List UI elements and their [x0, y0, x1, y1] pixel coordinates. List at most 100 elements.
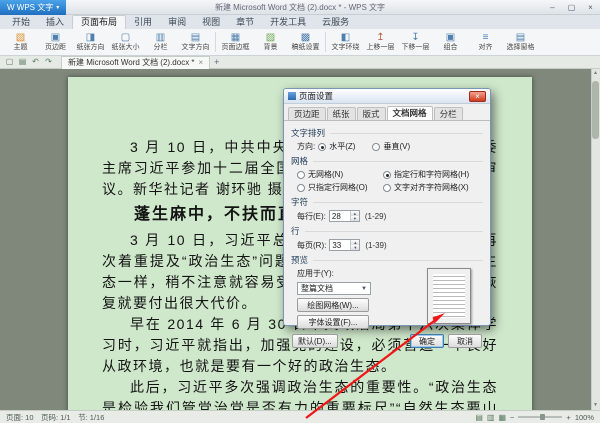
dialog-close-button[interactable]: × [469, 91, 486, 102]
ribbon-bring-forward-button[interactable]: ↥ 上移一层 [363, 29, 398, 55]
margins-icon: ▣ [51, 33, 60, 43]
redo-icon[interactable]: ↷ [42, 56, 55, 68]
zoom-out-button[interactable]: − [510, 413, 514, 422]
ok-button[interactable]: 确定 [410, 334, 444, 348]
scrollbar-thumb[interactable] [592, 81, 599, 139]
zoom-level[interactable]: 100% [575, 413, 594, 422]
apply-to-label: 应用于(Y): [297, 268, 415, 279]
print-preview-icon[interactable]: ▤ [16, 56, 29, 68]
text-wrap-icon: ◧ [341, 33, 350, 43]
default-button[interactable]: 默认(D)... [292, 334, 338, 348]
minimize-button[interactable]: – [543, 0, 562, 15]
status-bar: 页面: 10 页码: 1/1 节: 1/16 ▤ ▥ ▦ − + 100% [0, 410, 600, 423]
document-tab-close-icon[interactable]: × [199, 58, 204, 67]
lines-per-page-spinner[interactable]: 33 ▲ ▼ [329, 239, 360, 251]
tab-view[interactable]: 视图 [194, 16, 228, 29]
radio-lines-only-grid-label[interactable]: 只指定行网格(O) [308, 182, 368, 193]
zoom-slider-knob[interactable] [540, 414, 545, 420]
tab-review[interactable]: 审阅 [160, 16, 194, 29]
close-button[interactable]: × [581, 0, 600, 15]
ribbon: ▧ 主题 ▣ 页边距 ◨ 纸张方向 ▢ 纸张大小 ▥ 分栏 ▤ 文字方向 ▦ 页… [0, 29, 600, 56]
print-layout-view-icon[interactable]: ▤ [475, 413, 483, 422]
ribbon-background-button[interactable]: ▨ 背景 [253, 29, 288, 55]
dialog-footer: 默认(D)... 确定 取消 [291, 334, 483, 348]
document-tab-bar: ▢ ▤ ↶ ↷ 新建 Microsoft Word 文档 (2).docx * … [0, 56, 600, 69]
tab-page-layout[interactable]: 页面布局 [72, 15, 126, 29]
cancel-button[interactable]: 取消 [448, 334, 482, 348]
radio-no-grid-label[interactable]: 无网格(N) [308, 169, 343, 180]
scroll-up-icon[interactable]: ▲ [591, 69, 600, 78]
radio-horizontal-label[interactable]: 水平(Z) [329, 141, 355, 152]
ribbon-text-wrap-button[interactable]: ◧ 文字环绕 [328, 29, 363, 55]
dialog-tab-document-grid[interactable]: 文档网格 [387, 106, 433, 120]
chars-per-line-spinner[interactable]: 28 ▲ ▼ [329, 210, 360, 222]
ribbon-orientation-button[interactable]: ◨ 纸张方向 [73, 29, 108, 55]
lines-per-page-value[interactable]: 33 [330, 240, 350, 250]
radio-vertical[interactable] [372, 143, 380, 151]
radio-no-grid[interactable] [297, 171, 305, 179]
radio-vertical-label[interactable]: 垂直(V) [383, 141, 410, 152]
scroll-down-icon[interactable]: ▼ [591, 401, 600, 410]
tab-home[interactable]: 开始 [4, 16, 38, 29]
ribbon-text-direction-button[interactable]: ▤ 文字方向 [178, 29, 213, 55]
send-backward-icon: ↧ [411, 33, 419, 43]
text-direction-icon: ▤ [191, 33, 200, 43]
document-tab[interactable]: 新建 Microsoft Word 文档 (2).docx * × [61, 56, 210, 69]
radio-lines-only-grid[interactable] [297, 184, 305, 192]
tab-cloud[interactable]: 云服务 [314, 16, 357, 29]
ribbon-margins-button[interactable]: ▣ 页边距 [38, 29, 73, 55]
page-preview-thumbnail [427, 268, 471, 324]
radio-snap-to-char-grid[interactable] [383, 184, 391, 192]
tab-developer[interactable]: 开发工具 [262, 16, 314, 29]
drawing-grid-button[interactable]: 绘图网格(W)... [297, 298, 369, 312]
ribbon-paper-size-button[interactable]: ▢ 纸张大小 [108, 29, 143, 55]
section-grid: 网格 [291, 155, 483, 167]
dialog-tab-columns[interactable]: 分栏 [434, 107, 463, 120]
zoom-slider[interactable] [518, 416, 562, 418]
ribbon-columns-button[interactable]: ▥ 分栏 [143, 29, 178, 55]
tab-insert[interactable]: 插入 [38, 16, 72, 29]
spin-down-icon[interactable]: ▼ [351, 245, 359, 250]
new-document-tab-button[interactable]: + [210, 57, 223, 67]
ribbon-page-border-button[interactable]: ▦ 页面边框 [218, 29, 253, 55]
dialog-tab-margins[interactable]: 页边距 [288, 107, 326, 120]
grid-options: 无网格(N) 指定行和字符网格(H) 只指定行网格(O) 文字对齐字符网格(X) [291, 169, 483, 193]
apply-to-value: 整篇文档 [301, 283, 333, 294]
zoom-in-button[interactable]: + [566, 413, 570, 422]
radio-lines-and-chars-grid[interactable] [383, 171, 391, 179]
wps-app-button-label: W WPS 文字 [7, 2, 53, 13]
tab-references[interactable]: 引用 [126, 16, 160, 29]
paper-size-icon: ▢ [121, 33, 130, 43]
radio-snap-to-char-grid-label[interactable]: 文字对齐字符网格(X) [394, 182, 469, 193]
dialog-tab-layout[interactable]: 版式 [357, 107, 386, 120]
chars-per-line-value[interactable]: 28 [330, 211, 350, 221]
ribbon-selection-pane-button[interactable]: ▤ 选择窗格 [503, 29, 538, 55]
undo-icon[interactable]: ↶ [29, 56, 42, 68]
wps-app-button[interactable]: W WPS 文字 ▾ [0, 0, 66, 15]
dialog-title-bar[interactable]: 页面设置 × [284, 89, 490, 104]
ribbon-send-backward-button[interactable]: ↧ 下移一层 [398, 29, 433, 55]
spin-down-icon[interactable]: ▼ [351, 216, 359, 221]
ribbon-separator [325, 32, 326, 52]
ribbon-theme-button[interactable]: ▧ 主题 [3, 29, 38, 55]
chars-per-line-range: (1-29) [365, 212, 386, 221]
radio-horizontal[interactable] [318, 143, 326, 151]
dialog-tab-paper[interactable]: 纸张 [327, 107, 356, 120]
tab-section[interactable]: 章节 [228, 16, 262, 29]
title-bar: W WPS 文字 ▾ 新建 Microsoft Word 文档 (2).docx… [0, 0, 600, 15]
status-page-info: 页面: 10 页码: 1/1 节: 1/16 [6, 412, 104, 423]
maximize-button[interactable]: ▢ [562, 0, 581, 15]
ribbon-align-button[interactable]: ≡ 对齐 [468, 29, 503, 55]
save-icon[interactable]: ▢ [3, 56, 16, 68]
font-settings-button[interactable]: 字体设置(F)... [297, 315, 369, 329]
ribbon-manuscript-button[interactable]: ▩ 稿纸设置 [288, 29, 323, 55]
ribbon-group-button[interactable]: ▣ 组合 [433, 29, 468, 55]
web-layout-view-icon[interactable]: ▥ [487, 413, 495, 422]
radio-lines-and-chars-grid-label[interactable]: 指定行和字符网格(H) [394, 169, 469, 180]
lines-per-page-label: 每页(R): [297, 240, 326, 251]
apply-to-select[interactable]: 整篇文档 ▼ [297, 282, 371, 295]
chevron-down-icon: ▼ [361, 286, 367, 292]
dialog-icon [288, 92, 296, 100]
outline-view-icon[interactable]: ▦ [498, 413, 506, 422]
vertical-scrollbar[interactable]: ▲ ▼ [591, 69, 600, 410]
